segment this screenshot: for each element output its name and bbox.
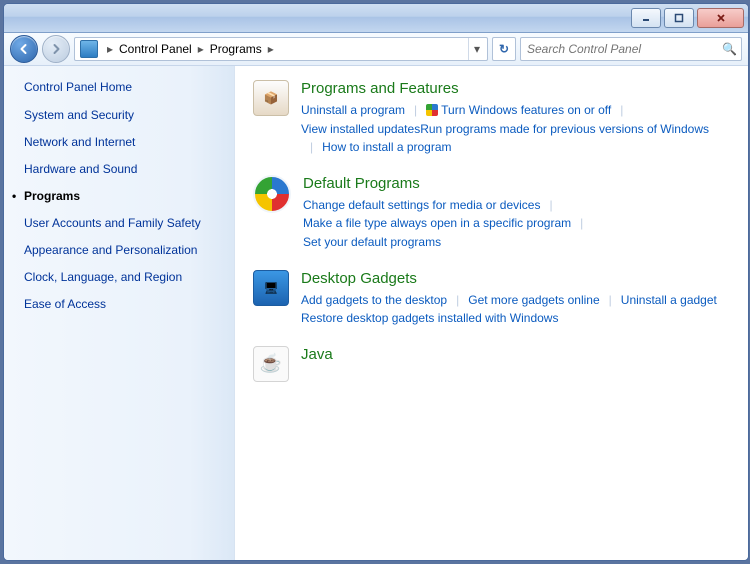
link-more-gadgets[interactable]: Get more gadgets online [468,291,599,310]
section-links: Uninstall a program| Turn Windows featur… [301,101,730,157]
section-title[interactable]: Default Programs [303,175,730,192]
link-set-defaults[interactable]: Set your default programs [303,233,441,252]
search-box[interactable]: 🔍 [520,37,742,61]
link-add-gadgets[interactable]: Add gadgets to the desktop [301,291,447,310]
section-default-programs: Default Programs Change default settings… [253,175,730,252]
forward-button[interactable] [42,35,70,63]
chevron-right-icon[interactable]: ▸ [194,42,208,56]
link-how-to-install[interactable]: How to install a program [322,138,451,157]
search-input[interactable] [525,41,722,57]
link-restore-gadgets[interactable]: Restore desktop gadgets installed with W… [301,309,558,328]
link-uninstall-program[interactable]: Uninstall a program [301,101,405,120]
section-title[interactable]: Java [301,346,333,363]
sidebar-item-clock-language[interactable]: Clock, Language, and Region [24,270,224,285]
sidebar-item-programs[interactable]: Programs [24,189,224,204]
navigation-bar: ▸ Control Panel ▸ Programs ▸ ▾ ↻ 🔍 [4,33,748,66]
link-media-defaults[interactable]: Change default settings for media or dev… [303,196,540,215]
sidebar: Control Panel Home System and Security N… [4,66,235,560]
chevron-right-icon[interactable]: ▸ [264,42,278,56]
sidebar-item-hardware[interactable]: Hardware and Sound [24,162,224,177]
link-installed-updates[interactable]: View installed updates [301,120,420,139]
link-compatibility[interactable]: Run programs made for previous versions … [420,120,709,139]
section-links: Change default settings for media or dev… [303,196,730,252]
main-content: 📦 Programs and Features Uninstall a prog… [235,66,748,560]
link-windows-features-label: Turn Windows features on or off [441,103,611,117]
search-icon[interactable]: 🔍 [722,42,737,56]
section-title[interactable]: Programs and Features [301,80,730,97]
breadcrumb-dropdown[interactable]: ▾ [468,38,485,60]
back-button[interactable] [10,35,38,63]
section-desktop-gadgets: 🖥 Desktop Gadgets Add gadgets to the des… [253,270,730,328]
minimize-button[interactable] [631,8,661,28]
body: Control Panel Home System and Security N… [4,66,748,560]
sidebar-item-user-accounts[interactable]: User Accounts and Family Safety [24,216,224,231]
default-programs-icon [253,175,291,213]
link-uninstall-gadget[interactable]: Uninstall a gadget [621,291,717,310]
desktop-gadgets-icon: 🖥 [253,270,289,306]
sidebar-item-network[interactable]: Network and Internet [24,135,224,150]
maximize-button[interactable] [664,8,694,28]
breadcrumb-seg-2[interactable]: Programs [210,42,262,56]
section-title[interactable]: Desktop Gadgets [301,270,730,287]
control-panel-window: ▸ Control Panel ▸ Programs ▸ ▾ ↻ 🔍 Contr… [3,3,749,561]
java-icon: ☕ [253,346,289,382]
section-programs-features: 📦 Programs and Features Uninstall a prog… [253,80,730,157]
sidebar-item-ease-of-access[interactable]: Ease of Access [24,297,224,312]
close-button[interactable] [697,8,744,28]
refresh-button[interactable]: ↻ [492,37,516,61]
sidebar-item-system-security[interactable]: System and Security [24,108,224,123]
titlebar [4,4,748,33]
breadcrumb-seg-1[interactable]: Control Panel [119,42,192,56]
section-links: Add gadgets to the desktop| Get more gad… [301,291,730,328]
breadcrumb[interactable]: ▸ Control Panel ▸ Programs ▸ ▾ [74,37,488,61]
programs-features-icon: 📦 [253,80,289,116]
link-file-type-assoc[interactable]: Make a file type always open in a specif… [303,214,571,233]
link-windows-features[interactable]: Turn Windows features on or off [426,101,611,120]
section-java: ☕ Java [253,346,730,382]
control-panel-icon [80,40,98,58]
chevron-right-icon[interactable]: ▸ [103,42,117,56]
control-panel-home-link[interactable]: Control Panel Home [24,80,224,94]
sidebar-item-appearance[interactable]: Appearance and Personalization [24,243,224,258]
shield-icon [426,104,438,116]
